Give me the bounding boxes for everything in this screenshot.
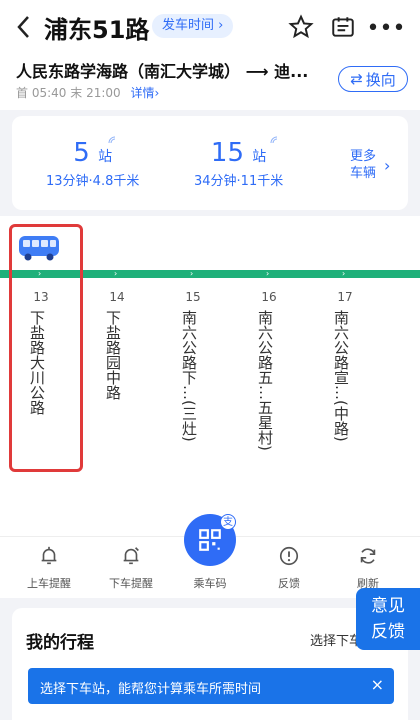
stop-name: 南六公路宣…(中路) [332, 310, 350, 442]
first-label: 首 [16, 86, 29, 100]
page-title: 浦东51路 [44, 16, 150, 44]
feedback-float-line2: 反馈 [371, 622, 405, 642]
bus2-stations: 15 [210, 138, 245, 168]
more-vehicles-line1: 更多 [350, 149, 377, 164]
more-vehicles-button[interactable]: 更多 车辆 [350, 148, 376, 182]
bell-alight-icon [123, 547, 139, 565]
stop-name: 南六公路五…五星村) [256, 310, 274, 451]
close-icon[interactable]: × [371, 675, 384, 694]
arrow-right-icon: ⟶ [245, 62, 275, 81]
stop-17[interactable]: 17 南六公路宣…(中路) [330, 290, 360, 442]
arrival-card: 5 站 13分钟·4.8千米 15 站 34分钟·11千米 更多 车辆 › [12, 116, 408, 210]
alight-reminder-button[interactable]: 下车提醒 [96, 545, 166, 591]
chevron-left-icon [17, 16, 29, 38]
floating-feedback-button[interactable]: 意见 反馈 [356, 588, 420, 650]
details-link[interactable]: 详情› [131, 86, 160, 100]
first-time: 05:40 [31, 86, 67, 100]
stop-16[interactable]: 16 南六公路五…五星村) [254, 290, 284, 451]
realtime-signal-icon [108, 136, 116, 144]
alight-reminder-label: 下车提醒 [109, 577, 153, 590]
track-arrow-icon: › [266, 269, 270, 278]
header: 浦东51路 发车时间 › ••• 人民东路学海路（南汇大学城） ⟶ 迪... 首… [0, 0, 420, 110]
back-button[interactable] [10, 12, 38, 42]
chevron-right-icon: › [384, 156, 391, 175]
bell-board-icon [41, 546, 57, 565]
more-vehicles-line2: 车辆 [350, 166, 377, 181]
alipay-badge-icon: 支 [220, 514, 236, 530]
reverse-direction-button[interactable]: ⇄ 换向 [338, 66, 408, 92]
stop-number: 16 [261, 290, 277, 304]
feedback-button[interactable]: 反馈 [254, 545, 324, 591]
stop-number: 14 [109, 290, 125, 304]
bus1-unit: 站 [98, 149, 113, 165]
depart-time-label: 发车时间 [162, 18, 215, 33]
track-arrow-icon: › [342, 269, 346, 278]
swap-icon: ⇄ [350, 70, 363, 88]
ticket-button[interactable] [330, 14, 358, 42]
more-options-button[interactable]: ••• [367, 14, 406, 42]
bus2-eta: 34分钟·11千米 [194, 174, 284, 189]
top-bar: 浦东51路 发车时间 › ••• [0, 0, 420, 54]
track-arrow-icon: › [114, 269, 118, 278]
chevron-right-icon: › [218, 18, 224, 33]
reverse-label: 换向 [365, 70, 396, 89]
route-description: 人民东路学海路（南汇大学城） ⟶ 迪... [16, 58, 308, 82]
last-label: 末 [70, 86, 83, 100]
qr-code-icon [199, 529, 221, 551]
track-arrow-icon: › [190, 269, 194, 278]
stop-14[interactable]: 14 下盐路园中路 [102, 290, 132, 400]
service-times: 首 05:40 末 21:00 详情› [16, 84, 159, 101]
refresh-button[interactable]: 刷新 [333, 545, 403, 591]
feedback-label: 反馈 [278, 577, 300, 590]
alert-circle-icon [279, 546, 299, 566]
trip-title: 我的行程 [26, 633, 94, 653]
route-end: 迪... [274, 62, 309, 81]
stop-name: 南六公路下…(三灶) [180, 310, 198, 442]
ride-code-label-wrap[interactable]: 乘车码 [175, 571, 245, 591]
realtime-signal-icon [270, 136, 278, 144]
hint-banner: 选择下车站，能帮您计算乘车所需时间 × [28, 668, 394, 704]
star-icon [288, 14, 314, 39]
board-reminder-label: 上车提醒 [27, 577, 71, 590]
bus1-stations: 5 [73, 138, 90, 168]
next-bus-1[interactable]: 5 站 13分钟·4.8千米 [46, 138, 139, 189]
more-dots-icon: ••• [366, 15, 406, 41]
bus2-unit: 站 [252, 149, 267, 165]
stop-number: 17 [337, 290, 353, 304]
stop-15[interactable]: 15 南六公路下…(三灶) [178, 290, 208, 442]
ticket-icon [332, 17, 354, 37]
favorite-button[interactable] [288, 14, 316, 42]
feedback-float-line1: 意见 [371, 596, 405, 616]
banner-text: 选择下车站，能帮您计算乘车所需时间 [40, 682, 262, 697]
next-bus-2[interactable]: 15 站 34分钟·11千米 [194, 138, 283, 189]
route-start: 人民东路学海路（南汇大学城） [16, 62, 241, 81]
current-stop-highlight [9, 224, 83, 472]
refresh-icon [360, 548, 376, 564]
details-label: 详情 [130, 86, 155, 100]
depart-time-button[interactable]: 发车时间 › [152, 14, 234, 38]
ride-code-label: 乘车码 [193, 577, 227, 590]
stop-number: 15 [185, 290, 201, 304]
stop-name: 下盐路园中路 [104, 310, 122, 400]
last-time: 21:00 [86, 86, 121, 100]
bus1-eta: 13分钟·4.8千米 [46, 174, 140, 189]
board-reminder-button[interactable]: 上车提醒 [14, 545, 84, 591]
